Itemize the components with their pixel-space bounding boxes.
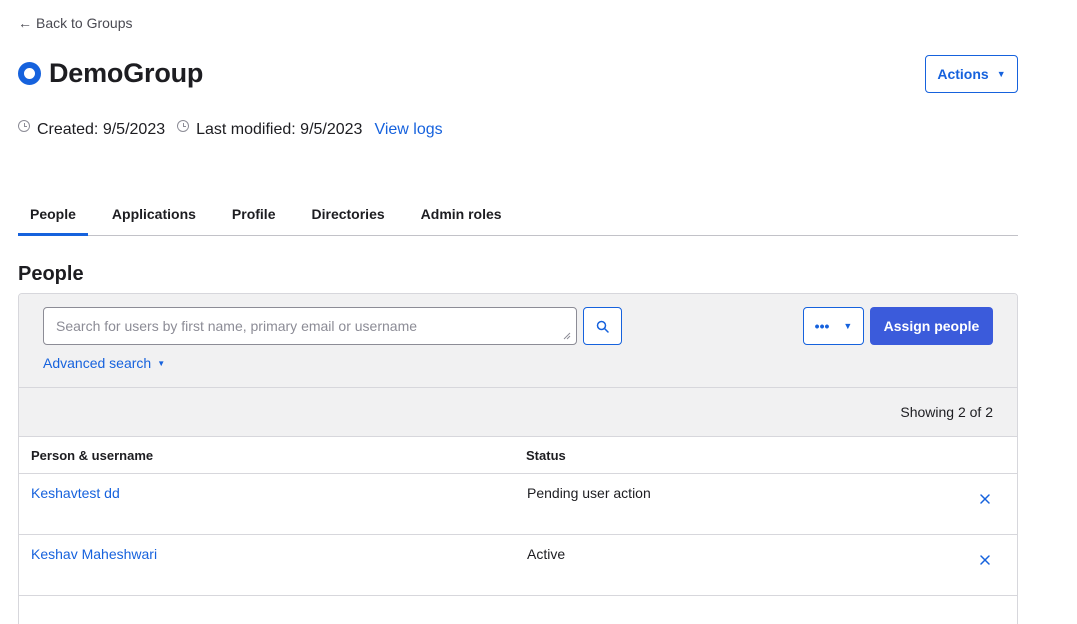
assign-people-button[interactable]: Assign people [870,307,993,345]
view-logs-link[interactable]: View logs [374,121,442,139]
group-meta: Created: 9/5/2023 Last modified: 9/5/202… [18,120,443,139]
people-toolbar: Advanced search ▼ ••• ▼ Assign people [19,294,1017,388]
table-header: Person & username Status [19,437,1017,474]
advanced-search-label: Advanced search [43,355,152,371]
back-link-label: Back to Groups [36,15,133,31]
column-header-status: Status [526,447,566,463]
actions-button-label: Actions [937,66,989,82]
search-input[interactable] [43,307,577,345]
tab-people[interactable]: People [18,196,88,236]
group-tabs: People Applications Profile Directories … [18,196,1018,236]
results-count: Showing 2 of 2 [900,404,993,420]
status-text: Pending user action [527,485,651,501]
tab-directories[interactable]: Directories [300,196,397,236]
column-header-person: Person & username [31,447,154,463]
person-link[interactable]: Keshavtest dd [19,474,515,501]
arrow-left-icon: ← [18,15,32,31]
people-panel: Advanced search ▼ ••• ▼ Assign people Sh… [18,293,1018,624]
created-label: Created: [37,121,99,138]
group-ring-icon [18,62,41,85]
table-row: Keshavtest dd Pending user action [19,474,1017,535]
modified-label: Last modified: [196,121,296,138]
close-icon[interactable] [978,553,992,567]
modified-info: Last modified: 9/5/2023 [177,120,363,139]
more-options-button[interactable]: ••• ▼ [803,307,864,345]
caret-down-icon: ▼ [996,69,1006,79]
page-title: DemoGroup [49,58,204,88]
table-row: Keshav Maheshwari Active [19,535,1017,596]
person-link[interactable]: Keshav Maheshwari [19,535,515,562]
modified-date: 9/5/2023 [300,121,363,138]
clock-icon [177,120,190,132]
created-date: 9/5/2023 [102,121,166,138]
close-icon[interactable] [978,492,992,506]
tab-applications[interactable]: Applications [100,196,208,236]
more-options-icon: ••• [814,318,830,334]
results-count-bar: Showing 2 of 2 [19,388,1017,437]
caret-down-icon: ▼ [157,358,166,368]
search-button[interactable] [583,307,622,345]
actions-button[interactable]: Actions ▼ [925,55,1018,93]
created-info: Created: 9/5/2023 [18,120,166,139]
group-title-row: DemoGroup [18,58,203,89]
search-icon [596,320,609,333]
people-section-title: People [18,263,84,285]
advanced-search-toggle[interactable]: Advanced search ▼ [43,355,165,371]
back-to-groups-link[interactable]: ← Back to Groups [18,15,133,31]
clock-icon [18,120,30,132]
caret-down-icon: ▼ [843,321,853,331]
status-text: Active [527,546,566,562]
tab-admin-roles[interactable]: Admin roles [409,196,514,236]
tab-profile[interactable]: Profile [220,196,288,236]
